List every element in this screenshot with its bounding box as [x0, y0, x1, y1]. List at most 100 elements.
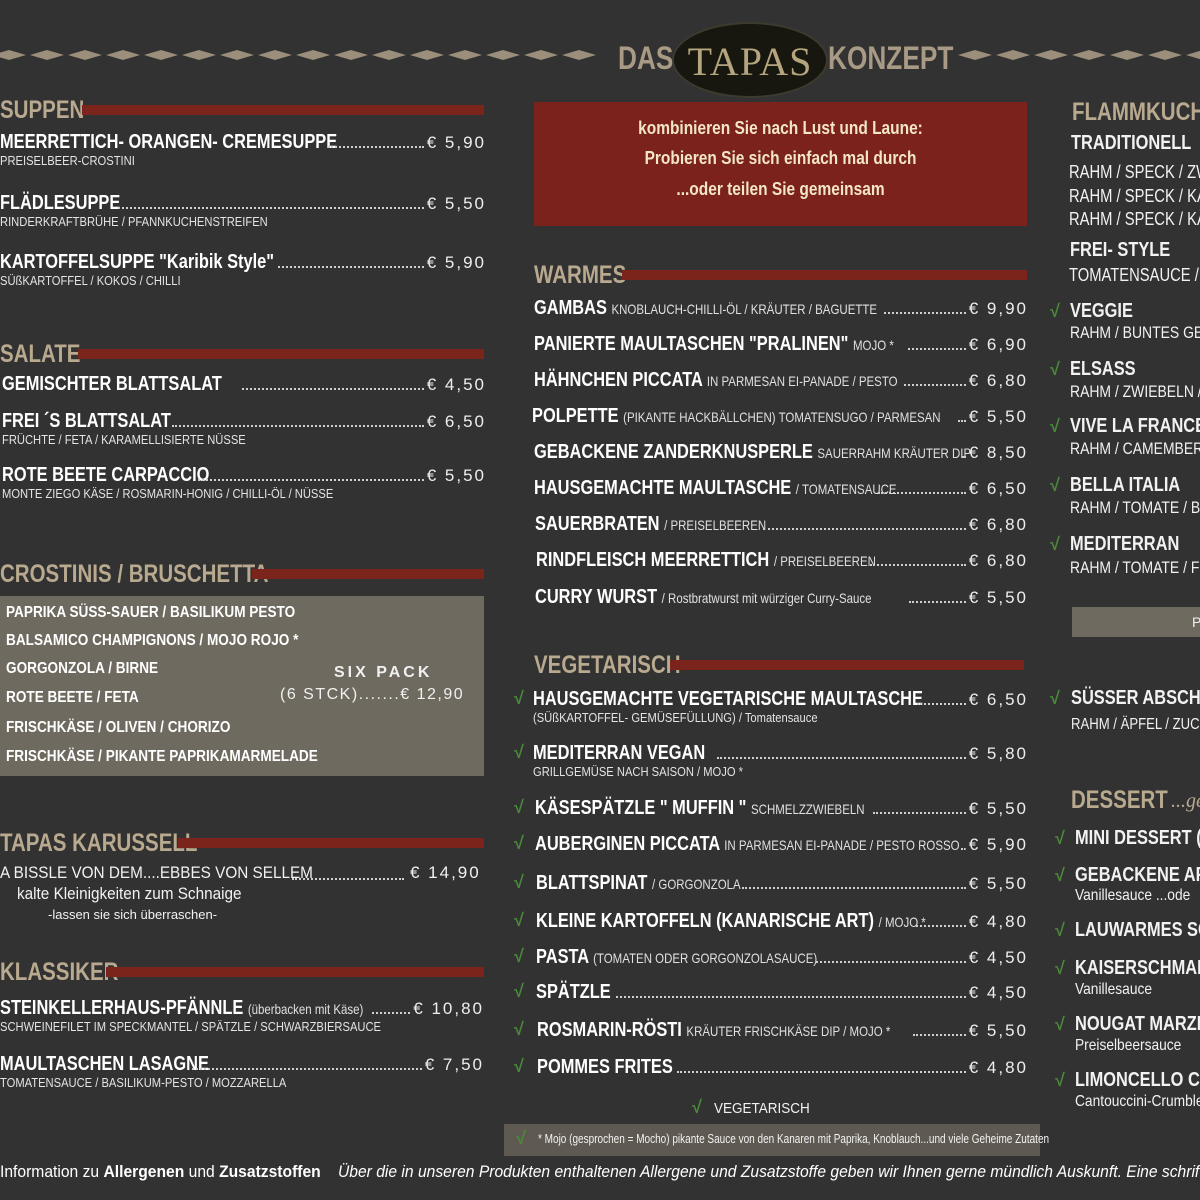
mojo-note-box: √ * Mojo (gesprochen = Mocho) pikante Sa… — [504, 1124, 1049, 1156]
menu-item: AUBERGINEN PICCATA IN PARMESAN EI-PANADE… — [535, 833, 1028, 855]
veg-check-icon: √ — [1055, 920, 1065, 940]
menu-item: SPÄTZLE € 4,50 — [536, 981, 1028, 1003]
veg-check-icon: √ — [514, 833, 524, 853]
menu-item: PANIERTE MAULTASCHEN "PRALINEN" MOJO * €… — [534, 333, 1028, 355]
veg-check-icon: √ — [516, 1128, 526, 1148]
crostini-item: GORGONZOLA / BIRNE — [6, 660, 159, 677]
crostini-item: BALSAMICO CHAMPIGNONS / MOJO ROJO * — [6, 632, 299, 649]
crostini-item: FRISCHKÄSE / PIKANTE PAPRIKAMARMELADE — [6, 748, 318, 765]
menu-item: RINDFLEISCH MEERRETTICH / PREISELBEEREN … — [536, 549, 1028, 571]
dessert-sub: Vanillesauce ...ode — [1075, 887, 1191, 904]
veg-check-icon: √ — [1055, 828, 1065, 848]
menu-item: HAUSGEMACHTE MAULTASCHE / TOMATENSAUCE €… — [534, 477, 1028, 499]
flamm-item-sub: RAHM / TOMATE / FE — [1070, 558, 1200, 577]
veg-check-icon: √ — [514, 1019, 524, 1039]
flamm-item-name: MEDITERRAN — [1070, 533, 1180, 555]
suesser-sub: RAHM / ÄPFEL / ZUCK — [1071, 716, 1200, 733]
menu-item: MEDITERRAN VEGAN € 5,80 GRILLGEMÜSE NACH… — [533, 742, 1028, 779]
veg-check-icon: √ — [514, 910, 524, 930]
section-klassiker: KLASSIKER — [0, 958, 484, 988]
menu-item: HÄHNCHEN PICCATA IN PARMESAN EI-PANADE /… — [534, 369, 1028, 391]
suesser-name: SÜSSER ABSCH — [1071, 687, 1200, 709]
veg-check-icon: √ — [1050, 534, 1060, 554]
header-ornament-left — [0, 50, 596, 62]
dessert-name: LIMONCELLO CR — [1075, 1069, 1200, 1091]
intro-box: kombinieren Sie nach Lust und Laune: Pro… — [534, 102, 1027, 226]
intro-line: Probieren Sie sich einfach mal durch — [644, 148, 917, 168]
menu-item: GEBACKENE ZANDERKNUSPERLE SAUERRAHM KRÄU… — [534, 441, 1028, 463]
veg-check-icon: √ — [1050, 301, 1060, 321]
veg-legend-icon: √ — [692, 1097, 702, 1117]
menu-item: POLPETTE (PIKANTE HACKBÄLLCHEN) TOMATENS… — [532, 405, 1028, 427]
veg-check-icon: √ — [1050, 416, 1060, 436]
crostini-box: PAPRIKA SÜSS-SAUER / BASILIKUM PESTO BAL… — [0, 596, 484, 776]
section-crostinis: CROSTINIS / BRUSCHETTA — [0, 560, 484, 590]
veg-check-icon: √ — [1050, 688, 1060, 708]
dessert-tagline: ...ge — [1171, 790, 1200, 812]
menu-item: SAUERBRATEN / PREISELBEEREN € 6,80 — [535, 513, 1028, 535]
veg-check-icon: √ — [1050, 359, 1060, 379]
menu-item: KARTOFFELSUPPE "Karibik Style" € 5,90 SÜ… — [0, 251, 486, 288]
flamm-item-name: ELSASS — [1070, 358, 1136, 380]
flamm-item-name: VIVE LA FRANCE — [1070, 415, 1200, 437]
veg-check-icon: √ — [514, 872, 524, 892]
grey-bar-text: P — [1192, 614, 1200, 630]
trad-line: RAHM / SPECK / ZW — [1069, 162, 1200, 182]
dessert-name: KAISERSCHMAR — [1075, 957, 1200, 979]
crostini-item: PAPRIKA SÜSS-SAUER / BASILIKUM PESTO — [6, 604, 296, 621]
section-flammkuchen: FLAMMKUCHE — [1072, 98, 1200, 126]
crostini-item: FRISCHKÄSE / OLIVEN / CHORIZO — [6, 719, 231, 736]
menu-item: MEERRETTICH- ORANGEN- CREMESUPPE € 5,90 … — [0, 131, 486, 168]
flamm-item-sub: RAHM / BUNTES GEM — [1070, 323, 1200, 342]
flamm-item-name: VEGGIE — [1070, 300, 1133, 322]
dessert-name: LAUWARMES SC — [1075, 919, 1200, 941]
karussell-price: € 14,90 — [410, 863, 481, 882]
menu-item: GAMBAS KNOBLAUCH-CHILLI-ÖL / KRÄUTER / B… — [534, 297, 1028, 319]
mojo-note: * Mojo (gesprochen = Mocho) pikante Sauc… — [538, 1131, 1050, 1146]
veg-check-icon: √ — [1055, 865, 1065, 885]
dessert-name: GEBACKENE AP — [1075, 864, 1200, 886]
menu-item: POMMES FRITES € 4,80 — [537, 1056, 1028, 1078]
intro-line: kombinieren Sie nach Lust und Laune: — [638, 118, 923, 138]
section-karussell: TAPAS KARUSSELL — [0, 829, 484, 859]
menu-item: KLEINE KARTOFFELN (KANARISCHE ART) / MOJ… — [536, 910, 1028, 932]
frei-style-title: FREI- STYLE — [1070, 239, 1171, 261]
veg-check-icon: √ — [1055, 1014, 1065, 1034]
dessert-sub: Vanillesauce — [1075, 981, 1153, 998]
menu-item: MAULTASCHEN LASAGNE € 7,50 TOMATENSAUCE … — [0, 1053, 484, 1090]
tapas-logo: TAPAS — [672, 22, 828, 98]
menu-item: HAUSGEMACHTE VEGETARISCHE MAULTASCHE € 6… — [533, 688, 1028, 725]
karussell-line3: -lassen sie sich überraschen- — [48, 907, 218, 922]
veg-check-icon: √ — [1050, 475, 1060, 495]
header-konzept: KONZEPT — [828, 40, 954, 76]
flamm-item-name: BELLA ITALIA — [1070, 474, 1181, 496]
veg-check-icon: √ — [514, 742, 524, 762]
trad-line: RAHM / SPECK / KÄ — [1069, 186, 1200, 206]
veg-check-icon: √ — [514, 946, 524, 966]
section-vegetarisch: VEGETARISCH — [534, 651, 1024, 681]
section-suppen: SUPPEN — [0, 96, 484, 126]
veg-check-icon: √ — [1055, 958, 1065, 978]
header-ornament-right — [958, 50, 1200, 62]
dessert-sub: Preiselbeersauce — [1075, 1037, 1182, 1054]
menu-item: ROSMARIN-RÖSTI KRÄUTER FRISCHKÄSE DIP / … — [537, 1019, 1028, 1041]
veg-check-icon: √ — [514, 797, 524, 817]
dessert-name: NOUGAT MARZI — [1075, 1013, 1200, 1035]
flamm-grey-bar: P — [1072, 607, 1200, 637]
crostini-item: ROTE BEETE / FETA — [6, 689, 139, 706]
header-das: DAS — [618, 40, 674, 76]
section-salate: SALATE — [0, 340, 484, 370]
dessert-name: MINI DESSERT ( — [1075, 827, 1200, 849]
allergen-footer: Information zu Allergenen und Zusatzstof… — [0, 1162, 1200, 1181]
veg-check-icon: √ — [514, 688, 524, 708]
dessert-sub: Cantouccini-Crumble — [1075, 1093, 1200, 1110]
menu-item: FLÄDLESUPPE € 5,50 RINDERKRAFTBRÜHE / PF… — [0, 192, 486, 229]
veg-check-icon: √ — [1055, 1070, 1065, 1090]
menu-item: BLATTSPINAT / GORGONZOLA € 5,50 — [536, 872, 1028, 894]
flamm-item-sub: RAHM / CAMEMBERT — [1070, 439, 1200, 458]
menu-item: FREI ´S BLATTSALAT € 6,50 FRÜCHTE / FETA… — [2, 410, 486, 447]
menu-item: ROTE BEETE CARPACCIO € 5,50 MONTE ZIEGO … — [2, 464, 486, 501]
menu-item: CURRY WURST / Rostbratwurst mit würziger… — [535, 586, 1028, 608]
menu-item: STEINKELLERHAUS-PFÄNNLE (überbacken mit … — [0, 997, 484, 1034]
menu-item: GEMISCHTER BLATTSALAT € 4,50 — [2, 373, 486, 395]
